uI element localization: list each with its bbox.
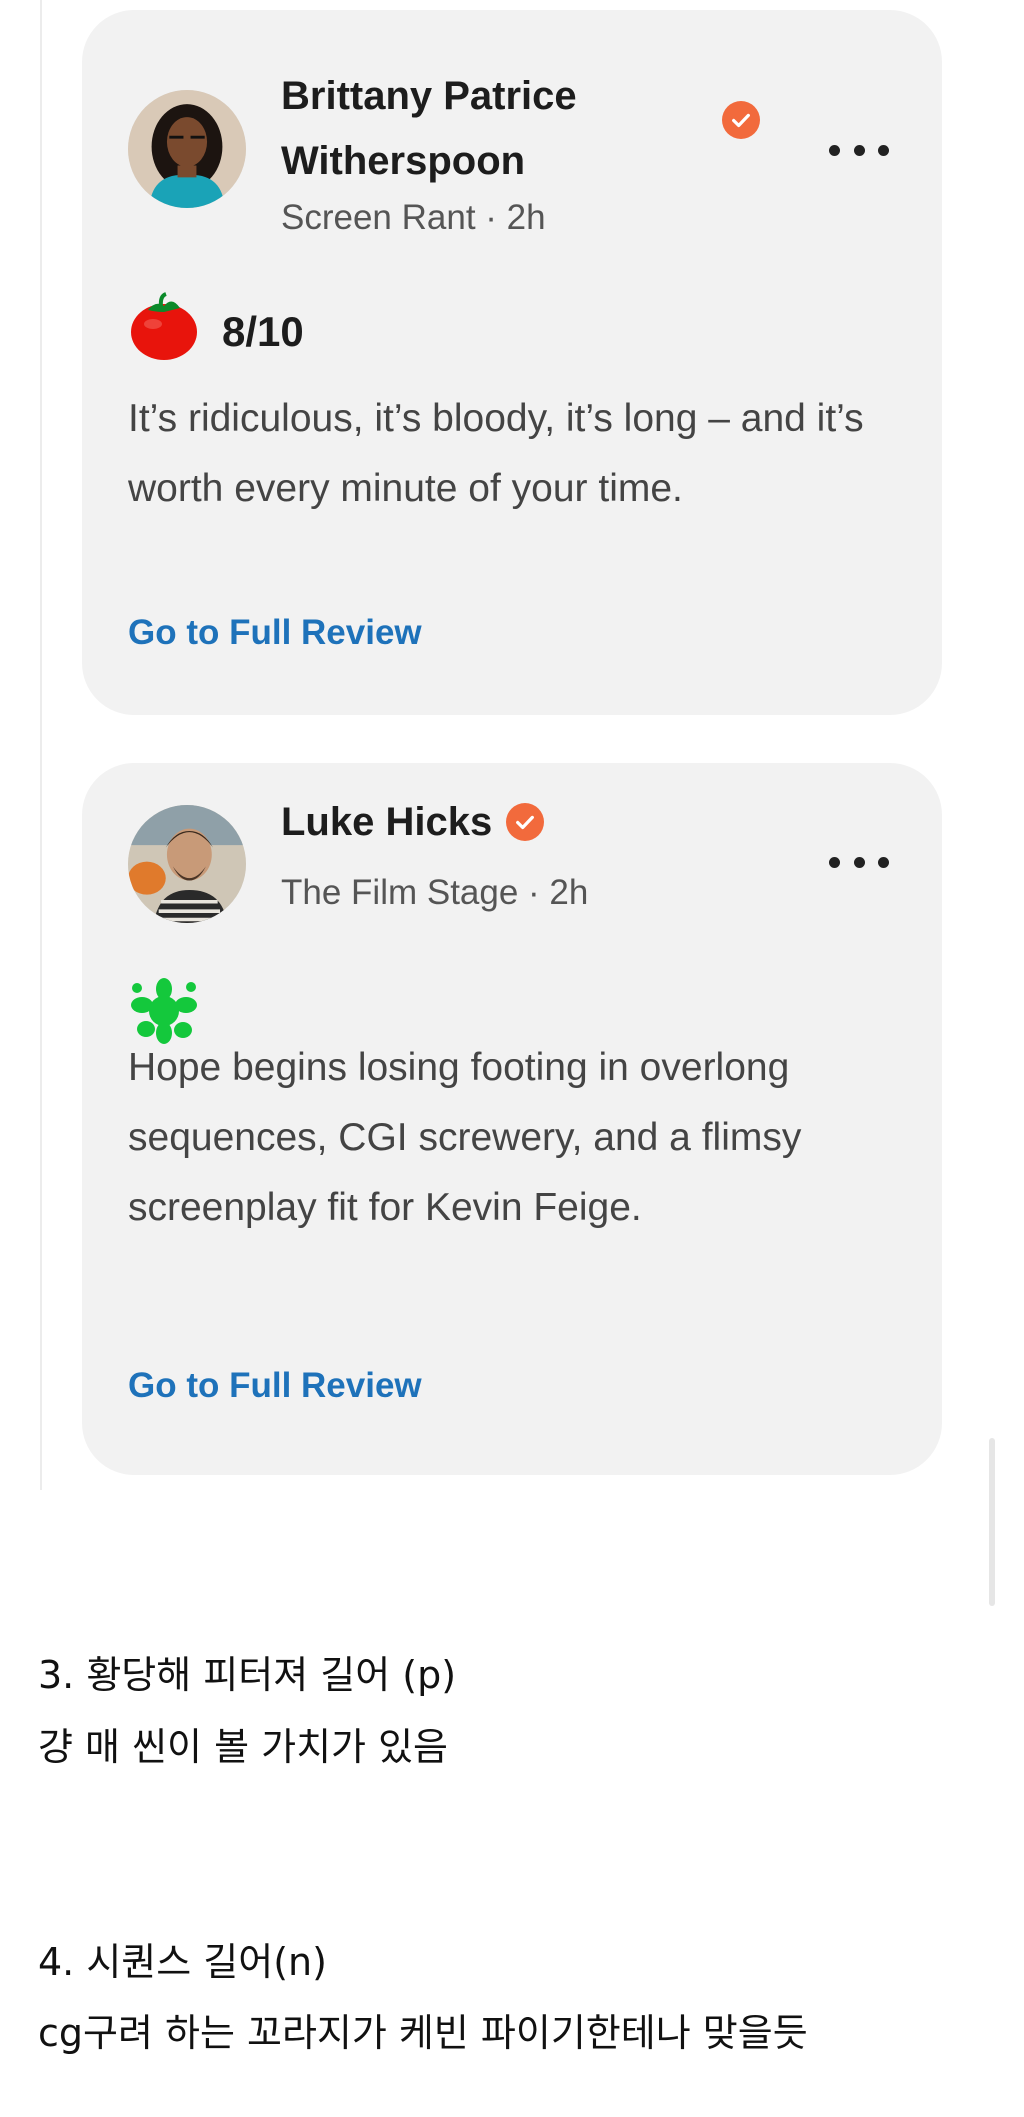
fresh-tomato-icon — [131, 292, 197, 360]
separator-dot: · — [518, 873, 550, 912]
author-name-line1[interactable]: Brittany Patrice — [281, 64, 577, 129]
scrollbar[interactable] — [989, 1438, 995, 1606]
note-4-line1: 4. 시퀀스 길어(n) — [38, 1940, 327, 1984]
go-to-full-review-link[interactable]: Go to Full Review — [128, 1363, 422, 1409]
note-4-line2: cg구려 하는 꼬라지가 케빈 파이기한테나 맞을듯 — [38, 2011, 808, 2055]
go-to-full-review-link[interactable]: Go to Full Review — [128, 610, 422, 656]
author-name[interactable]: Luke Hicks — [281, 790, 492, 855]
author-name-line2[interactable]: Witherspoon — [281, 129, 525, 194]
dot-icon — [878, 856, 889, 868]
dot-icon — [829, 856, 840, 868]
separator-dot: · — [475, 198, 507, 237]
dot-icon — [878, 144, 889, 156]
review-time: 2h — [506, 198, 546, 237]
verified-badge-icon — [722, 101, 760, 139]
dot-icon — [853, 856, 865, 868]
publication-line: The Film Stage · 2h — [281, 870, 588, 916]
more-options-button[interactable] — [829, 135, 889, 165]
review-card: Luke Hicks The Film Stage · 2h Hope begi… — [82, 763, 942, 1475]
note-3-line2: 걍 매 씬이 볼 가치가 있음 — [38, 1725, 448, 1769]
more-options-button[interactable] — [829, 847, 889, 877]
review-quote: Hope begins losing footing in overlong s… — [128, 1046, 802, 1229]
publication-name[interactable]: The Film Stage — [281, 873, 518, 912]
review-quote: It’s ridiculous, it’s bloody, it’s long … — [128, 397, 864, 510]
verified-badge-icon — [506, 803, 544, 841]
note-3-line1: 3. 황당해 피터져 길어 (p) — [38, 1653, 457, 1697]
dot-icon — [853, 144, 865, 156]
publication-name[interactable]: Screen Rant — [281, 198, 476, 237]
avatar[interactable] — [128, 805, 246, 923]
left-border-rule — [40, 0, 42, 1490]
publication-line: Screen Rant · 2h — [281, 195, 546, 241]
dot-icon — [829, 144, 840, 156]
review-score: 8/10 — [222, 308, 304, 355]
review-time: 2h — [549, 873, 589, 912]
review-card: Brittany Patrice Witherspoon Screen Rant… — [82, 10, 942, 715]
avatar[interactable] — [128, 90, 246, 208]
